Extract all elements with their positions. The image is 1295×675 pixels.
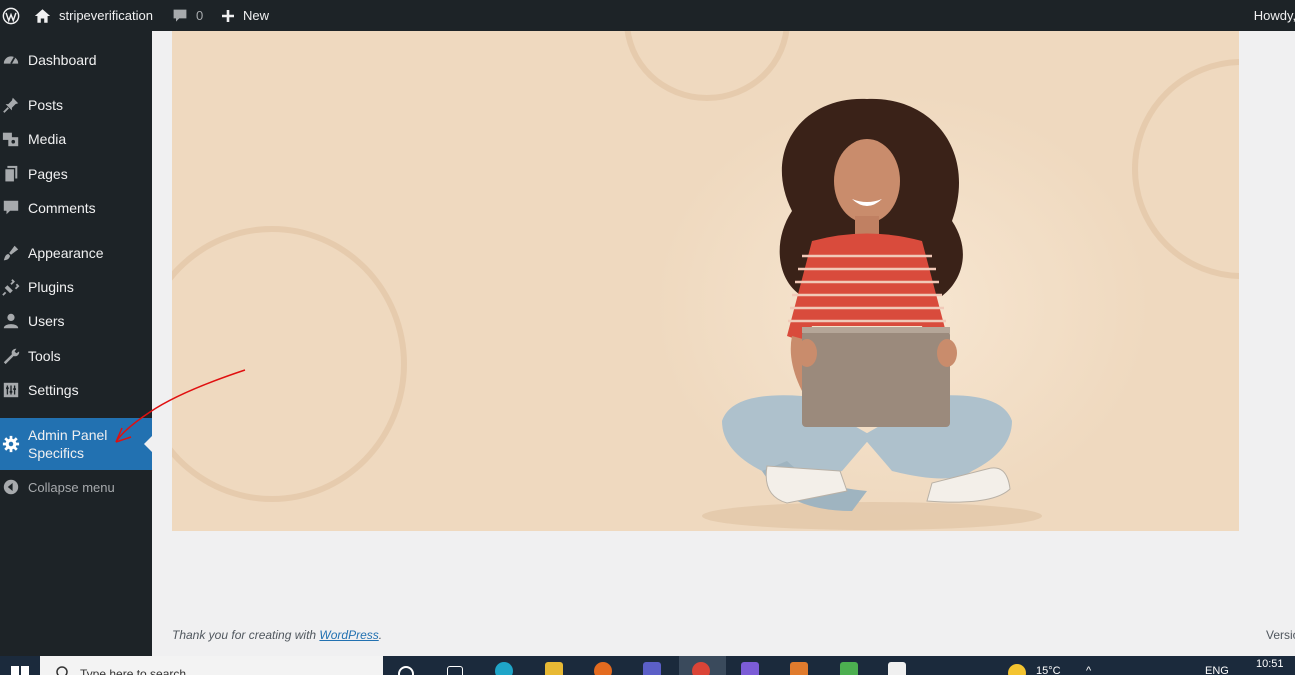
taskbar-search-box[interactable]: Type here to search <box>40 656 383 675</box>
search-icon <box>56 666 68 675</box>
visual-studio-icon[interactable] <box>741 662 759 675</box>
taskbar-search-placeholder: Type here to search <box>80 667 187 675</box>
app-icon[interactable] <box>840 662 858 675</box>
windows-taskbar: Type here to search 15°C ^ ENG 10:51 <box>0 656 1295 675</box>
footer-version: Versio <box>1266 628 1295 642</box>
xampp-icon[interactable] <box>790 662 808 675</box>
task-view-icon[interactable] <box>447 666 463 675</box>
chevron-up-icon[interactable]: ^ <box>1086 665 1091 675</box>
notepad-icon[interactable] <box>888 662 906 675</box>
annotation-arrow <box>115 369 246 443</box>
taskbar-clock[interactable]: 10:51 <box>1256 658 1284 670</box>
windows-logo-icon <box>11 666 29 675</box>
weather-icon <box>1008 664 1026 675</box>
chrome-icon[interactable] <box>692 662 710 675</box>
teams-icon[interactable] <box>643 662 661 675</box>
footer-thanks-prefix: Thank you for creating with <box>172 628 320 642</box>
weather-temperature: 15°C <box>1036 665 1061 675</box>
language-indicator[interactable]: ENG <box>1205 665 1229 675</box>
wordpress-link[interactable]: WordPress <box>319 628 378 642</box>
cortana-icon[interactable] <box>398 666 414 675</box>
footer-thanks: Thank you for creating with WordPress. <box>172 628 382 642</box>
footer-thanks-suffix: . <box>378 628 383 642</box>
firefox-icon[interactable] <box>594 662 612 675</box>
file-explorer-icon[interactable] <box>545 662 563 675</box>
edge-icon[interactable] <box>495 662 513 675</box>
start-button[interactable] <box>0 656 40 675</box>
